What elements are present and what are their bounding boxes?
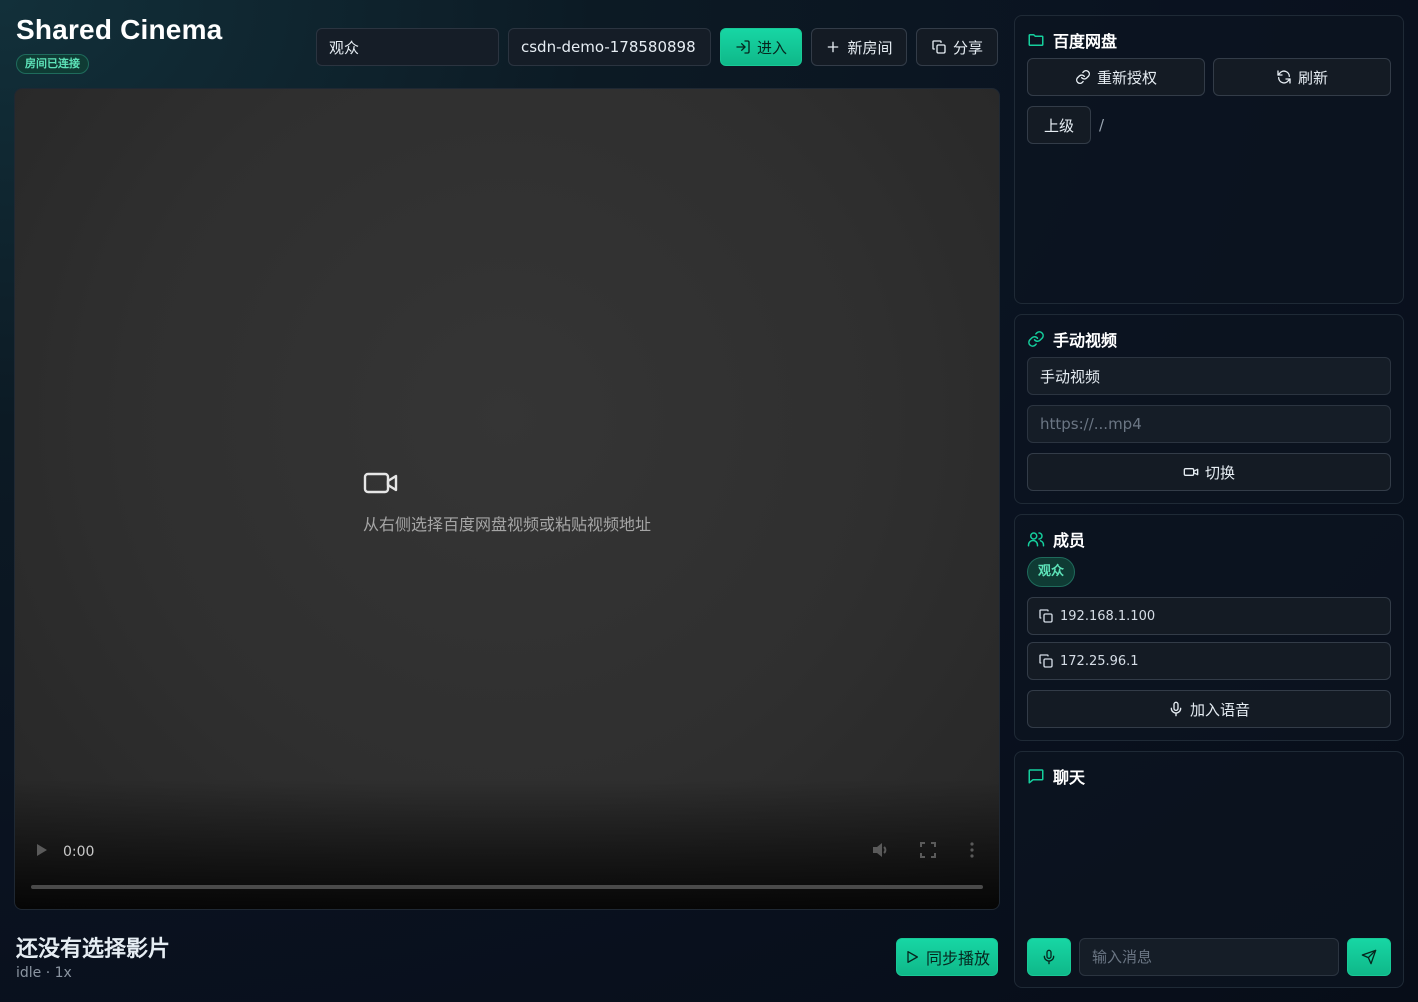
reauthorize-button[interactable]: 重新授权 (1027, 58, 1205, 96)
enter-room-label: 进入 (756, 38, 787, 57)
login-icon (736, 40, 750, 54)
app-title: Shared Cinema (16, 14, 223, 45)
chat-panel-title: 聊天 (1053, 768, 1086, 787)
sync-play-label: 同步播放 (925, 949, 990, 968)
enter-room-button[interactable]: 进入 (720, 28, 802, 66)
video-camera-icon (1183, 468, 1199, 476)
nickname-input[interactable] (316, 28, 499, 66)
switch-video-button[interactable]: 切换 (1027, 453, 1391, 491)
video-controls: 0:00 (15, 829, 999, 909)
video-time: 0:00 (63, 844, 95, 860)
video-placeholder: 从右侧选择百度网盘视频或粘贴视频地址 (363, 469, 683, 535)
copy-icon (932, 40, 946, 54)
copy-icon (1039, 654, 1053, 668)
fullscreen-icon[interactable] (920, 841, 936, 859)
video-camera-icon (363, 472, 398, 494)
microphone-icon (1170, 701, 1182, 717)
members-panel-title: 成员 (1053, 531, 1086, 550)
volume-icon[interactable] (871, 841, 889, 859)
ip-address: 172.25.96.1 (1060, 653, 1139, 669)
refresh-label: 刷新 (1297, 68, 1328, 87)
share-button[interactable]: 分享 (916, 28, 998, 66)
baidu-panel-header: 百度网盘 (1027, 28, 1117, 52)
playback-status: idle · 1x (16, 965, 72, 981)
parent-folder-label: 上级 (1043, 116, 1074, 135)
current-path: / (1099, 116, 1105, 134)
share-label: 分享 (952, 38, 983, 57)
members-panel-header: 成员 (1027, 527, 1085, 551)
room-id-input[interactable] (508, 28, 711, 66)
copy-icon (1039, 609, 1053, 623)
switch-video-label: 切换 (1204, 463, 1235, 482)
chat-message-input[interactable] (1079, 938, 1339, 976)
manual-video-panel: 手动视频 切换 (1014, 314, 1404, 504)
play-icon[interactable] (35, 841, 49, 859)
video-placeholder-text: 从右侧选择百度网盘视频或粘贴视频地址 (363, 515, 652, 534)
new-room-label: 新房间 (847, 38, 893, 57)
video-progress-bar[interactable] (31, 885, 983, 889)
play-icon (907, 951, 918, 963)
reauthorize-label: 重新授权 (1096, 68, 1157, 87)
plus-icon (828, 41, 839, 53)
copy-ip-button[interactable]: 192.168.1.100 (1027, 597, 1391, 635)
microphone-icon (1043, 949, 1055, 965)
ip-address: 192.168.1.100 (1060, 608, 1156, 624)
member-role-chip: 观众 (1027, 557, 1076, 587)
more-options-icon[interactable] (968, 841, 976, 859)
link-icon (1076, 70, 1090, 84)
copy-ip-button[interactable]: 172.25.96.1 (1027, 642, 1391, 680)
folder-icon (1028, 34, 1044, 46)
baidu-panel-title: 百度网盘 (1053, 32, 1118, 51)
join-voice-button[interactable]: 加入语音 (1027, 690, 1391, 728)
movie-title: 还没有选择影片 (16, 937, 171, 962)
chat-panel: 聊天 (1014, 751, 1404, 988)
refresh-icon (1277, 70, 1291, 84)
send-message-button[interactable] (1347, 938, 1391, 976)
parent-folder-button[interactable]: 上级 (1027, 106, 1091, 144)
voice-message-button[interactable] (1027, 938, 1071, 976)
users-icon (1027, 532, 1045, 547)
refresh-button[interactable]: 刷新 (1213, 58, 1391, 96)
link-icon (1028, 331, 1044, 347)
baidu-netdisk-panel: 百度网盘 重新授权 刷新 上级 / (1014, 15, 1404, 304)
chat-panel-header: 聊天 (1027, 764, 1085, 788)
video-url-input[interactable] (1027, 405, 1391, 443)
chat-bubble-icon (1028, 769, 1044, 784)
manual-panel-header: 手动视频 (1027, 327, 1117, 351)
members-panel: 成员 观众 192.168.1.100 172.25.96.1 加入语音 (1014, 514, 1404, 741)
video-title-input[interactable] (1027, 357, 1391, 395)
sync-play-button[interactable]: 同步播放 (896, 938, 998, 976)
manual-panel-title: 手动视频 (1053, 331, 1118, 350)
send-icon (1361, 949, 1377, 965)
join-voice-label: 加入语音 (1189, 700, 1250, 719)
new-room-button[interactable]: 新房间 (811, 28, 907, 66)
connection-status-badge: 房间已连接 (16, 54, 89, 74)
video-player[interactable]: 从右侧选择百度网盘视频或粘贴视频地址 0:00 (14, 88, 1000, 910)
